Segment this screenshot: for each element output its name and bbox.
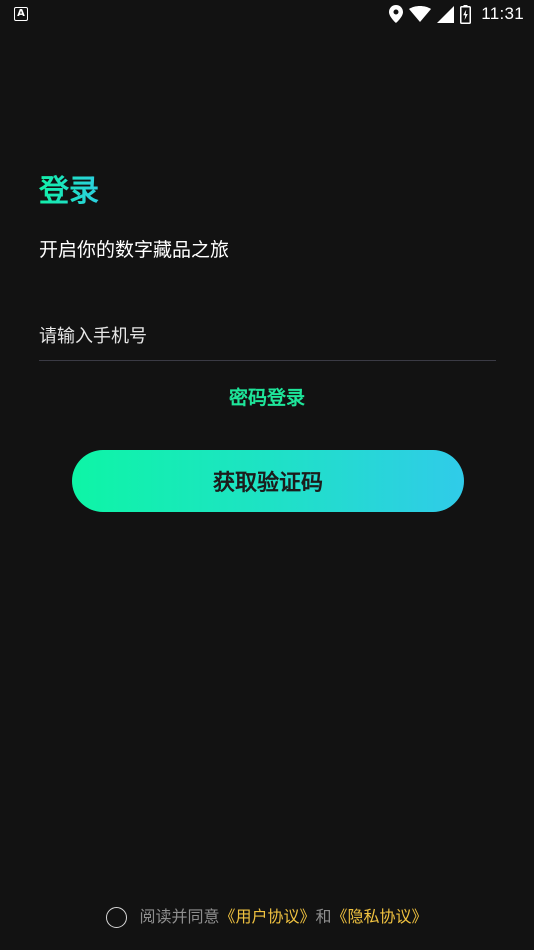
page-subtitle: 开启你的数字藏品之旅 [39,239,230,261]
get-verification-code-button[interactable]: 获取验证码 [72,450,464,512]
status-right: 11:31 [389,4,524,24]
phone-input-container [39,316,496,361]
status-bar: A 11:31 [0,0,534,28]
signal-icon [437,5,455,23]
agreement-row: 阅读并同意 《用户协议》 和 《隐私协议》 [0,902,534,932]
login-screen: A 11:31 登录 开启你的数字藏品之旅 密码登录 [0,0,534,950]
agreement-prefix: 阅读并同意 [139,907,220,926]
app-notification-icon: A [14,7,28,21]
wifi-icon [409,6,432,22]
agreement-conjunction: 和 [315,907,332,926]
phone-number-input[interactable] [39,316,496,356]
app-notification-letter: A [17,8,25,19]
agree-checkbox[interactable] [106,906,128,928]
privacy-agreement-link[interactable]: 《隐私协议》 [332,902,428,932]
user-agreement-link[interactable]: 《用户协议》 [219,902,315,932]
page-title: 登录 [39,172,99,212]
password-login-link[interactable]: 密码登录 [0,384,534,412]
status-time: 11:31 [481,4,524,23]
status-left: A [14,7,28,21]
battery-charging-icon [460,4,472,24]
location-icon [389,5,404,23]
